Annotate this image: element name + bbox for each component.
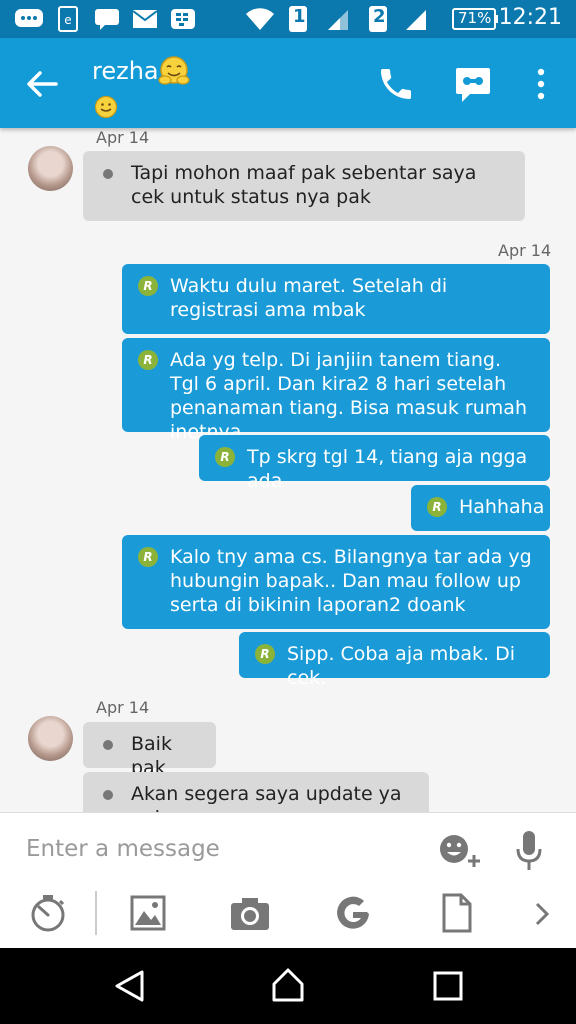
smile-emoji-icon xyxy=(94,95,118,119)
google-icon[interactable] xyxy=(334,895,372,933)
incoming-message[interactable]: Baik pak xyxy=(83,722,216,779)
hugging-emoji-icon xyxy=(158,56,190,85)
app-bar: rezha xyxy=(0,38,576,128)
read-receipt-icon: R xyxy=(427,497,447,517)
message-text: Hahhaha xyxy=(459,496,545,518)
message-notification-icon xyxy=(95,9,119,30)
home-icon[interactable] xyxy=(270,966,306,1004)
outgoing-message[interactable]: R Tp skrg tgl 14, tiang aja ngga ada xyxy=(199,435,550,492)
contact-name[interactable]: rezha xyxy=(92,57,159,85)
timer-icon[interactable] xyxy=(28,893,68,933)
microphone-icon[interactable] xyxy=(513,829,545,873)
date-label: Apr 14 xyxy=(96,698,150,717)
outgoing-message[interactable]: R Sipp. Coba aja mbak. Di cek. xyxy=(239,632,550,689)
mail-notification-icon xyxy=(132,10,158,28)
message-dot-icon xyxy=(103,790,113,800)
toolbar-divider xyxy=(95,891,97,935)
chat-notification-icon xyxy=(15,9,43,27)
incoming-message[interactable]: Tapi mohon maaf pak sebentar saya cek un… xyxy=(83,151,525,221)
emoji-add-icon[interactable] xyxy=(436,831,484,871)
contact-avatar[interactable] xyxy=(28,146,73,191)
bbm-notification-icon xyxy=(171,9,195,29)
back-arrow-icon[interactable] xyxy=(22,64,62,104)
file-icon[interactable] xyxy=(442,893,472,933)
message-text: Tapi mohon maaf pak sebentar saya cek un… xyxy=(131,162,477,208)
incoming-message[interactable]: Akan segera saya update ya pak xyxy=(83,772,429,812)
battery-percent: 71% xyxy=(458,9,492,27)
message-list[interactable]: Apr 14 Tapi mohon maaf pak sebentar saya… xyxy=(0,128,576,812)
sim2-label: 2 xyxy=(373,6,386,27)
clock: 12:21 xyxy=(498,5,562,30)
message-text: Akan segera saya update ya pak xyxy=(131,783,402,812)
composer xyxy=(0,812,576,948)
message-dot-icon xyxy=(103,740,113,750)
outgoing-message[interactable]: R Waktu dulu maret. Setelah di registras… xyxy=(122,264,550,334)
camera-icon[interactable] xyxy=(230,897,270,931)
status-bar: e 1 2 71% 12:21 xyxy=(0,0,576,38)
phone-notification-icon: e xyxy=(58,6,78,32)
contact-avatar[interactable] xyxy=(28,716,73,761)
read-receipt-icon: R xyxy=(138,547,158,567)
message-dot-icon xyxy=(103,169,113,179)
outgoing-message[interactable]: R Ada yg telp. Di janjiin tanem tiang. T… xyxy=(122,338,550,443)
message-text: Kalo tny ama cs. Bilangnya tar ada yg hu… xyxy=(170,546,532,616)
recents-icon[interactable] xyxy=(432,970,464,1002)
svg-text:e: e xyxy=(64,13,71,27)
image-icon[interactable] xyxy=(130,895,166,931)
message-text: Sipp. Coba aja mbak. Di cek. xyxy=(287,643,515,689)
date-label: Apr 14 xyxy=(96,128,150,147)
signal1-icon xyxy=(328,10,348,30)
read-receipt-icon: R xyxy=(138,350,158,370)
read-receipt-icon: R xyxy=(215,447,235,467)
date-label: Apr 14 xyxy=(498,241,552,260)
message-text: Ada yg telp. Di janjiin tanem tiang. Tgl… xyxy=(170,349,527,443)
video-chat-icon[interactable] xyxy=(452,64,494,106)
message-input[interactable] xyxy=(26,831,416,867)
read-receipt-icon: R xyxy=(255,644,275,664)
sim1-label: 1 xyxy=(293,6,306,27)
outgoing-message[interactable]: R Kalo tny ama cs. Bilangnya tar ada yg … xyxy=(122,535,550,629)
signal2-icon xyxy=(406,10,426,30)
more-vert-icon[interactable] xyxy=(526,64,556,104)
navigation-bar xyxy=(0,948,576,1024)
outgoing-message[interactable]: R Hahhaha xyxy=(411,485,550,531)
phone-icon[interactable] xyxy=(376,64,416,104)
wifi-icon xyxy=(246,8,274,30)
chevron-right-icon[interactable] xyxy=(532,901,552,927)
read-receipt-icon: R xyxy=(138,276,158,296)
message-text: Waktu dulu maret. Setelah di registrasi … xyxy=(170,275,448,321)
back-icon[interactable] xyxy=(112,968,146,1004)
